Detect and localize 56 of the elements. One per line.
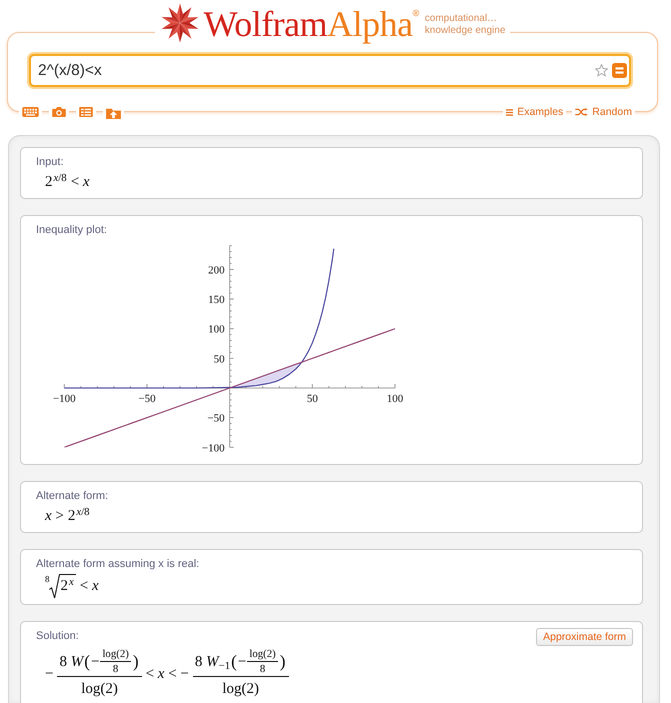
formula-text: 2 — [68, 507, 76, 526]
exponent-text: x/8 — [54, 172, 67, 184]
star-logo-icon — [160, 3, 200, 43]
equal-sign-icon[interactable] — [612, 63, 627, 78]
search-input[interactable]: 2^(x/8)<x — [38, 58, 591, 82]
tagline: computational… knowledge engine — [424, 13, 506, 36]
formula-text: − — [45, 664, 54, 684]
formula-text: x > — [45, 507, 64, 526]
random-link[interactable]: Random — [575, 105, 632, 119]
exponent-text: x/8 — [76, 506, 90, 518]
formula-text: − — [238, 653, 246, 672]
shuffle-icon — [575, 108, 588, 116]
formula-text: < x < − — [146, 664, 189, 684]
approximate-form-button[interactable]: Approximate form — [536, 628, 633, 646]
formula-text: < x — [80, 577, 99, 596]
tick-label: 200 — [208, 264, 225, 276]
keyboard-icon[interactable] — [22, 107, 39, 117]
formula-text: 8 — [112, 664, 118, 675]
tick-label: −50 — [138, 393, 156, 405]
parenthesis: ) — [280, 652, 286, 672]
formula-text: log(2) — [102, 649, 129, 660]
formula-text: 2 — [60, 577, 68, 596]
star-icon[interactable] — [595, 64, 608, 77]
tick-label: −100 — [52, 393, 76, 405]
formula-text: log(2) — [222, 680, 260, 699]
tick-label: 100 — [386, 393, 404, 405]
formula-text: − — [90, 653, 100, 672]
wordmark: WolframAlpha$^{®}$ — [204, 6, 419, 42]
formula-text: log(2) — [81, 680, 118, 699]
table-icon[interactable] — [79, 107, 93, 117]
tick-label: 150 — [208, 294, 225, 306]
tick-label: 100 — [208, 324, 225, 336]
formula-text: 8 W$_{−1}$ — [194, 653, 230, 672]
tick-label: −100 — [202, 442, 225, 454]
parenthesis: ( — [231, 652, 237, 672]
parenthesis: ) — [132, 652, 139, 672]
pod-title: Alternate form assuming x is real: — [36, 557, 200, 571]
tick-label: −50 — [207, 412, 225, 425]
examples-link[interactable]: Examples — [506, 105, 564, 119]
tick-label: 50 — [214, 353, 225, 366]
pod-title: Input: — [36, 155, 64, 169]
pod-title: Solution: — [36, 629, 79, 643]
formula-text: < x — [70, 173, 90, 192]
tick-label: 50 — [306, 393, 318, 405]
search-bar[interactable]: 2^(x/8)<x — [29, 54, 631, 87]
formula-text: 2 — [45, 173, 52, 192]
pod-title: Inequality plot: — [36, 223, 107, 237]
pod-title: Alternate form: — [36, 489, 108, 503]
camera-icon[interactable] — [52, 107, 66, 117]
exponent-text: x — [69, 576, 74, 588]
formula-text: 8 W — [59, 653, 84, 672]
list-icon — [506, 108, 514, 116]
root-index: 8 — [45, 574, 50, 584]
parenthesis: ( — [84, 652, 90, 672]
formula-text: 8 — [260, 664, 266, 675]
formula-text: log(2) — [249, 649, 276, 660]
